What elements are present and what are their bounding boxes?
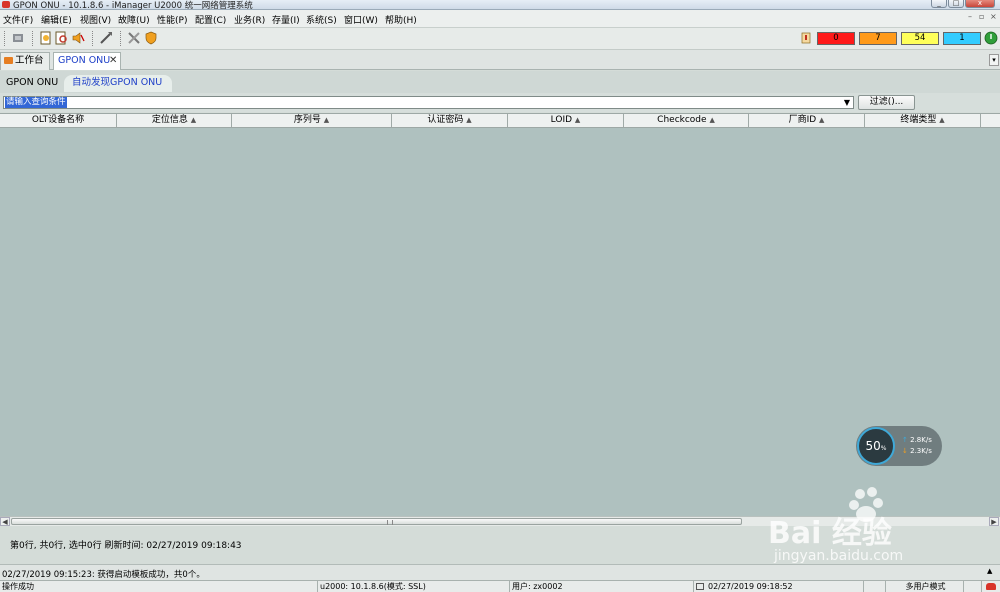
clock-icon bbox=[696, 583, 704, 590]
document-tab-bar: 工作台 GPON ONU ✕ ▾ bbox=[0, 50, 1000, 70]
toolbar-separator bbox=[32, 31, 34, 46]
operation-log: 02/27/2019 09:15:23: 获得启动模板成功，共0个。 ▲ bbox=[0, 564, 1000, 580]
toolbar-separator bbox=[92, 31, 94, 46]
menu-fault[interactable]: 故障(U) bbox=[118, 13, 150, 26]
minor-alarm-count[interactable]: 54 bbox=[901, 32, 939, 45]
user-mode: 多用户模式 bbox=[886, 581, 964, 592]
toolbar-grip bbox=[4, 31, 6, 46]
column-header-serial-number[interactable]: 序列号 ▲ bbox=[232, 114, 392, 127]
sub-tab-bar: GPON ONU 自动发现GPON ONU bbox=[0, 71, 1000, 93]
table-summary: 第0行, 共0行, 选中0行 刷新时间: 02/27/2019 09:18:43 bbox=[0, 526, 1000, 564]
query-bar: 请输入查询条件 ▼ 过滤()... bbox=[0, 93, 1000, 112]
upload-speed: ↑ 2.8K/s bbox=[902, 436, 932, 444]
subtab-auto-discovered-gpon-onu[interactable]: 自动发现GPON ONU bbox=[64, 75, 172, 92]
network-usage-dial: 50% bbox=[857, 427, 895, 465]
download-speed: ↓ 2.3K/s bbox=[902, 447, 932, 455]
column-header-loid[interactable]: LOID ▲ bbox=[508, 114, 624, 127]
search-document-icon[interactable] bbox=[55, 31, 69, 45]
lock-icon[interactable] bbox=[864, 581, 886, 592]
title-bar: GPON ONU - 10.1.8.6 - iManager U2000 统一网… bbox=[0, 0, 1000, 11]
mdi-restore-icon[interactable]: ▫ bbox=[979, 12, 984, 21]
menu-system[interactable]: 系统(S) bbox=[306, 13, 337, 26]
sort-arrow-icon: ▲ bbox=[574, 116, 581, 124]
sort-arrow-icon: ▲ bbox=[323, 116, 330, 124]
query-condition-input[interactable]: 请输入查询条件 bbox=[3, 96, 854, 109]
table-header: OLT设备名称 定位信息 ▲ 序列号 ▲ 认证密码 ▲ LOID ▲ Check… bbox=[0, 113, 1000, 128]
alarm-bell-icon[interactable] bbox=[799, 31, 813, 45]
status-bar: 操作成功 u2000: 10.1.8.6(模式: SSL) 用户: zx0002… bbox=[0, 580, 1000, 592]
maximize-button[interactable]: □ bbox=[948, 0, 964, 8]
column-header-terminal-type[interactable]: 终端类型 ▲ bbox=[865, 114, 981, 127]
sort-arrow-icon: ▲ bbox=[939, 116, 945, 124]
scroll-grip-icon bbox=[387, 520, 393, 525]
close-tab-icon[interactable]: ✕ bbox=[109, 53, 117, 69]
sort-arrow-icon: ▲ bbox=[819, 116, 825, 124]
menu-bar: 文件(F) 编辑(E) 视图(V) 故障(U) 性能(P) 配置(C) 业务(R… bbox=[0, 10, 1000, 28]
scroll-right-icon[interactable]: ▶ bbox=[989, 517, 999, 526]
menu-window[interactable]: 窗口(W) bbox=[344, 13, 378, 26]
mute-sound-icon[interactable] bbox=[71, 31, 85, 45]
log-dropdown-icon[interactable]: ▲ bbox=[987, 567, 992, 575]
tab-list-dropdown-icon[interactable]: ▾ bbox=[989, 54, 999, 66]
new-document-icon[interactable] bbox=[39, 31, 53, 45]
scroll-thumb[interactable] bbox=[11, 518, 742, 525]
menu-performance[interactable]: 性能(P) bbox=[157, 13, 187, 26]
tab-gpon-onu[interactable]: GPON ONU ✕ bbox=[53, 52, 121, 70]
menu-edit[interactable]: 编辑(E) bbox=[41, 13, 72, 26]
tools-icon[interactable] bbox=[99, 31, 113, 45]
status-message: 操作成功 bbox=[0, 581, 318, 592]
toolbar-separator bbox=[120, 31, 122, 46]
warning-alarm-count[interactable]: 1 bbox=[943, 32, 981, 45]
current-user: 用户: zx0002 bbox=[510, 581, 694, 592]
scroll-left-icon[interactable]: ◀ bbox=[0, 517, 10, 526]
column-header-location[interactable]: 定位信息 ▲ bbox=[117, 114, 232, 127]
query-condition-text: 请输入查询条件 bbox=[5, 97, 67, 108]
sort-arrow-icon: ▲ bbox=[190, 116, 197, 124]
menu-configuration[interactable]: 配置(C) bbox=[195, 13, 226, 26]
subtab-gpon-onu[interactable]: GPON ONU bbox=[6, 75, 58, 92]
column-header-auth-password[interactable]: 认证密码 ▲ bbox=[392, 114, 508, 127]
horizontal-scrollbar[interactable]: ◀ ▶ bbox=[0, 516, 1000, 526]
onu-table: OLT设备名称 定位信息 ▲ 序列号 ▲ 认证密码 ▲ LOID ▲ Check… bbox=[0, 113, 1000, 516]
log-message: 02/27/2019 09:15:23: 获得启动模板成功，共0个。 bbox=[2, 570, 205, 580]
topology-icon[interactable] bbox=[11, 31, 25, 45]
tab-workbench[interactable]: 工作台 bbox=[0, 52, 50, 70]
network-speed-widget[interactable]: 50% ↑ 2.8K/s ↓ 2.3K/s bbox=[856, 426, 942, 466]
mdi-minimize-icon[interactable]: – bbox=[968, 12, 972, 21]
upload-arrow-icon: ↑ bbox=[902, 436, 908, 444]
system-time: 02/27/2019 09:18:52 bbox=[694, 581, 864, 592]
connection-status-icon bbox=[984, 31, 998, 45]
server-info: u2000: 10.1.8.6(模式: SSL) bbox=[318, 581, 510, 592]
column-header-vendor-id[interactable]: 厂商ID ▲ bbox=[749, 114, 865, 127]
major-alarm-count[interactable]: 7 bbox=[859, 32, 897, 45]
workbench-icon bbox=[4, 57, 13, 64]
wrench-settings-icon[interactable] bbox=[127, 31, 141, 45]
huawei-logo-icon bbox=[982, 581, 1000, 592]
menu-service[interactable]: 业务(R) bbox=[234, 13, 265, 26]
query-dropdown-arrow-icon[interactable]: ▼ bbox=[840, 96, 854, 109]
row-count-refresh-time: 第0行, 共0行, 选中0行 刷新时间: 02/27/2019 09:18:43 bbox=[10, 541, 242, 551]
menu-inventory[interactable]: 存量(I) bbox=[272, 13, 300, 26]
toolbar: 0 7 54 1 bbox=[0, 28, 1000, 50]
sort-arrow-icon: ▲ bbox=[709, 116, 715, 124]
column-header-olt-device-name[interactable]: OLT设备名称 bbox=[0, 114, 117, 127]
menu-help[interactable]: 帮助(H) bbox=[385, 13, 417, 26]
menu-view[interactable]: 视图(V) bbox=[80, 13, 111, 26]
security-shield-icon[interactable] bbox=[144, 31, 158, 45]
sort-arrow-icon: ▲ bbox=[466, 116, 472, 124]
tab-workbench-label: 工作台 bbox=[15, 55, 44, 66]
close-window-button[interactable]: x bbox=[965, 0, 995, 8]
app-logo-icon bbox=[2, 1, 10, 8]
menu-file[interactable]: 文件(F) bbox=[3, 13, 33, 26]
download-arrow-icon: ↓ bbox=[902, 447, 908, 455]
tab-gpon-onu-label: GPON ONU bbox=[58, 55, 111, 66]
mdi-close-icon[interactable]: × bbox=[990, 12, 997, 21]
critical-alarm-count[interactable]: 0 bbox=[817, 32, 855, 45]
minimize-button[interactable]: _ bbox=[931, 0, 947, 8]
column-header-checkcode[interactable]: Checkcode ▲ bbox=[624, 114, 749, 127]
monitor-icon[interactable] bbox=[964, 581, 982, 592]
filter-button[interactable]: 过滤()... bbox=[858, 95, 915, 110]
